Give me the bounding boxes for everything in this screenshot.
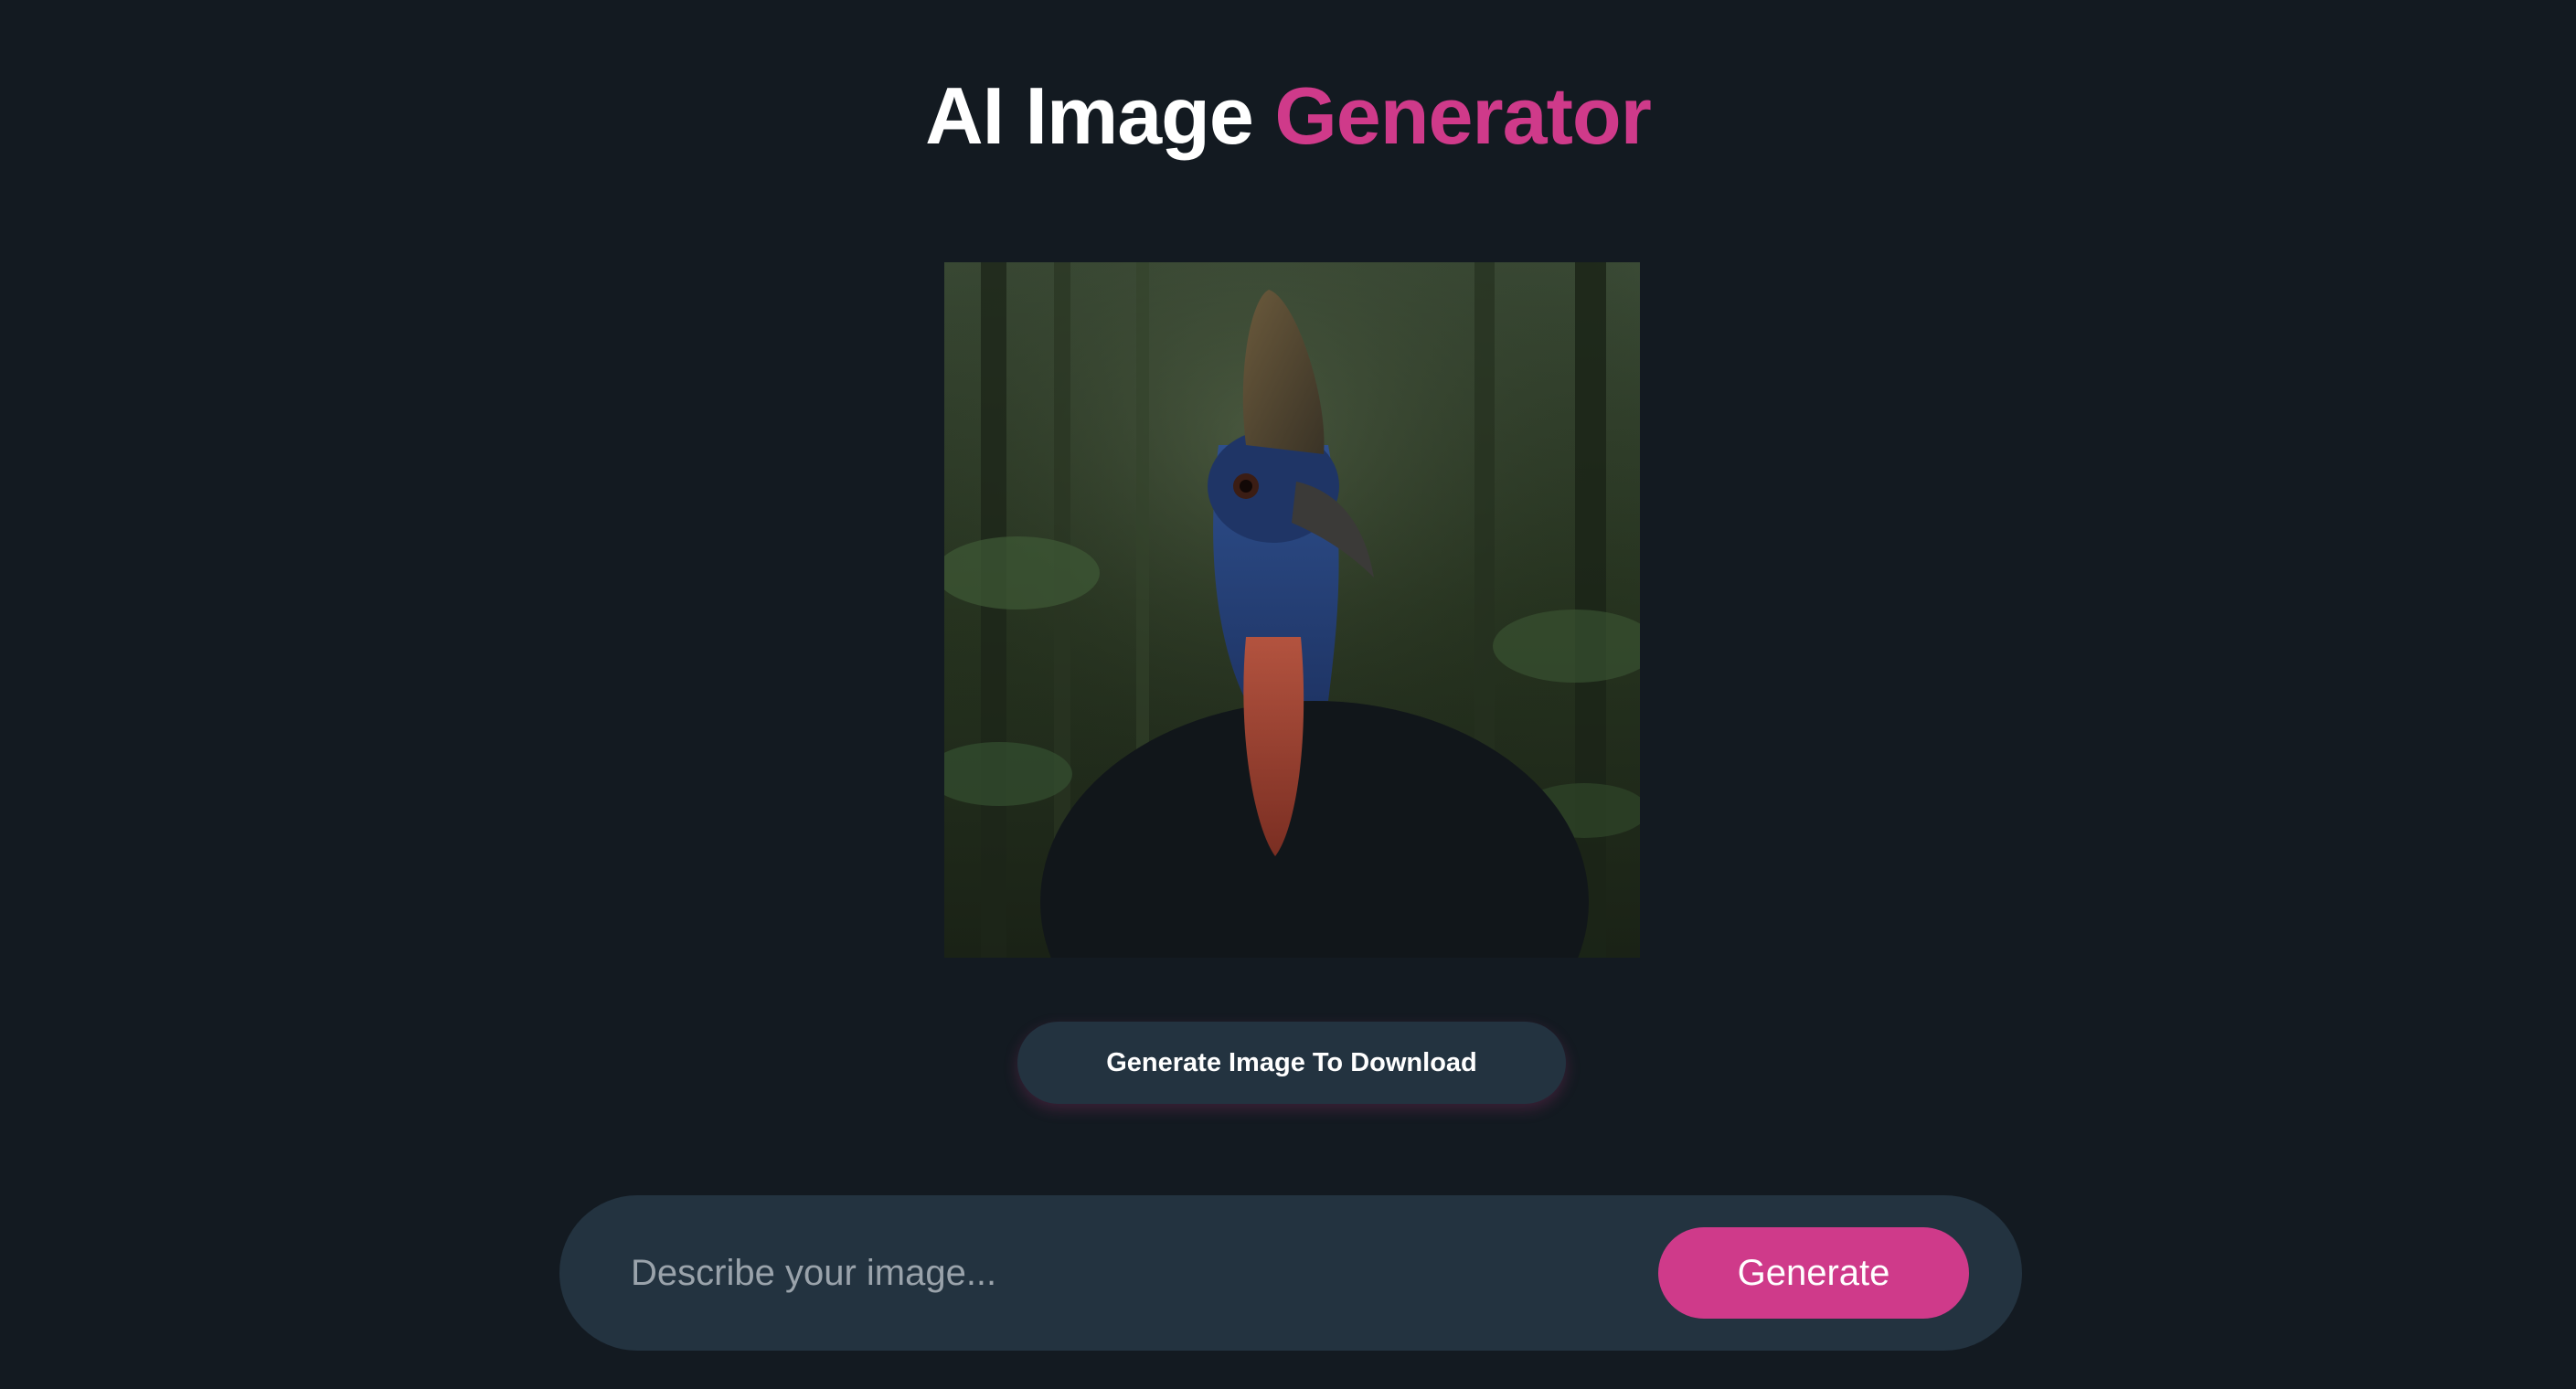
download-button[interactable]: Generate Image To Download	[1017, 1022, 1566, 1104]
title-accent: Generator	[1274, 70, 1652, 161]
generated-image	[944, 262, 1640, 958]
generate-button[interactable]: Generate	[1658, 1227, 1969, 1319]
prompt-bar: Generate	[559, 1195, 2022, 1351]
cassowary-image	[944, 262, 1640, 958]
prompt-input[interactable]	[631, 1232, 1636, 1314]
page-title: AI Image Generator	[0, 66, 2576, 166]
app-root: AI Image Generator Generate Image To Dow…	[0, 0, 2576, 1389]
title-main: AI Image	[925, 70, 1254, 161]
